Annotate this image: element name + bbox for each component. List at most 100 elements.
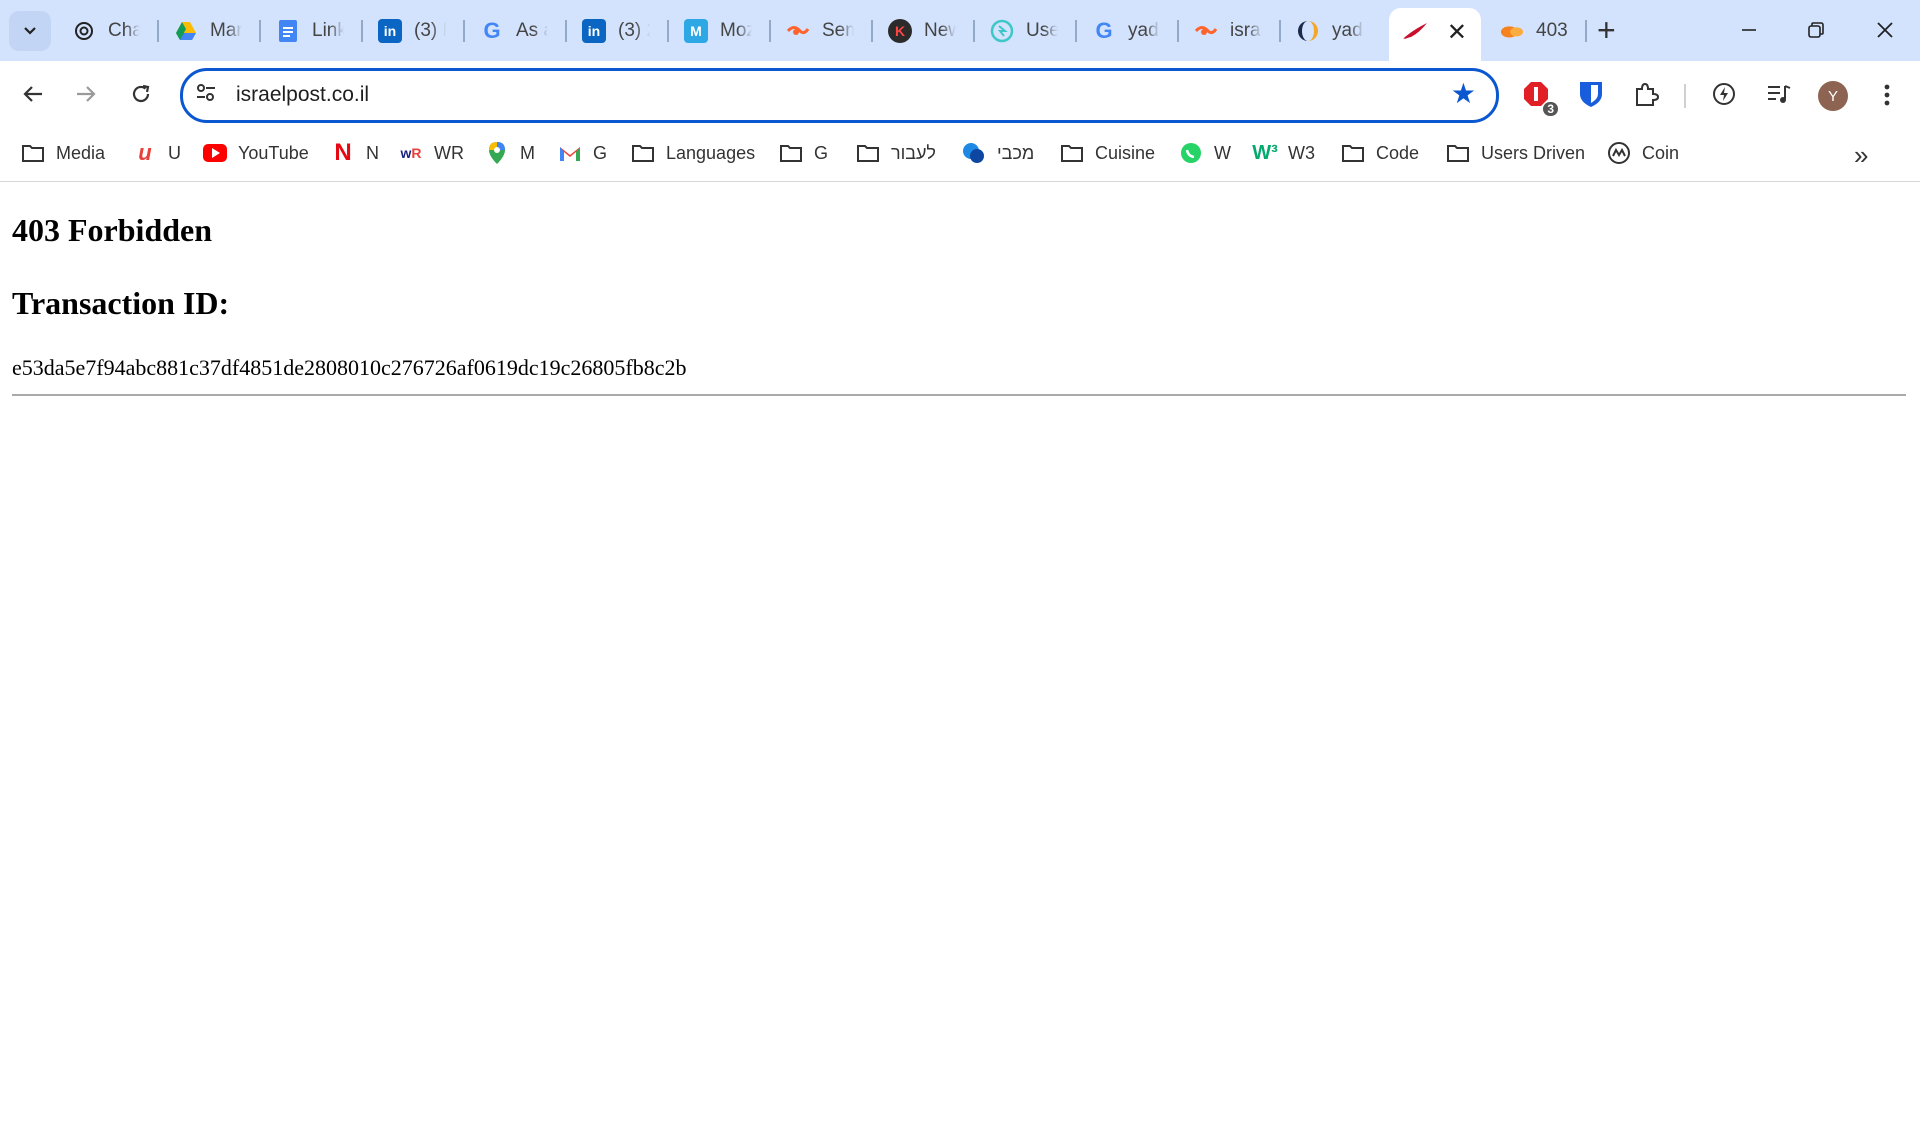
bookmark[interactable]: G [557, 136, 607, 170]
tab-title: Sem [822, 20, 854, 41]
netflix-icon: N [334, 139, 352, 166]
tab[interactable]: User [990, 12, 1058, 50]
tab-divider [565, 20, 567, 42]
more-menu-button[interactable] [1877, 78, 1897, 112]
close-icon [1877, 22, 1893, 38]
tab[interactable]: 403 [1500, 12, 1568, 50]
close-window-button[interactable] [1855, 8, 1915, 52]
tab[interactable]: G As a [480, 12, 548, 50]
address-bar[interactable]: israelpost.co.il ★ [180, 68, 1499, 123]
tab-divider [973, 20, 975, 42]
tab-title: Link [312, 20, 344, 41]
bookmark[interactable]: Coin [1606, 136, 1679, 170]
bookmark-label: Users Driven [1481, 142, 1586, 163]
tab-divider [361, 20, 363, 42]
tab-title: As a [516, 20, 548, 41]
tab[interactable]: G yad [1092, 12, 1160, 50]
gmail-icon [557, 141, 583, 165]
bookmark-label: מכבי [997, 142, 1035, 163]
bookmark-label: WR [434, 142, 464, 163]
bookmark-label: W3 [1288, 142, 1315, 163]
tab[interactable]: in (3) F [378, 12, 446, 50]
bookmark-folder[interactable]: לעבור [855, 136, 936, 170]
w3schools-icon: W³ [1252, 141, 1278, 164]
semrush-icon [786, 19, 810, 43]
reload-button[interactable] [123, 76, 159, 112]
moz-icon: M [684, 19, 708, 43]
extension-button[interactable] [1575, 78, 1607, 110]
tab-title: (3) F [414, 20, 446, 41]
bookmark[interactable]: wR WR [398, 136, 464, 170]
tab-divider [1177, 20, 1179, 42]
minimize-button[interactable] [1719, 8, 1779, 52]
tab[interactable]: israe [1194, 12, 1262, 50]
tab[interactable]: Mar [174, 12, 242, 50]
tab[interactable]: Sem [786, 12, 854, 50]
tab-divider [1279, 20, 1281, 42]
bookmark-label: N [366, 142, 379, 163]
bookmark-folder[interactable]: Users Driven [1445, 136, 1585, 170]
chatgpt-icon [72, 19, 96, 43]
more-bookmarks-button[interactable]: » [1854, 140, 1868, 171]
bookmark[interactable]: YouTube [202, 136, 309, 170]
tab[interactable]: in (3) 2 [582, 12, 650, 50]
tab-divider [769, 20, 771, 42]
page-content: 403 Forbidden Transaction ID: e53da5e7f9… [0, 182, 1920, 1130]
profile-avatar[interactable]: Y [1818, 81, 1848, 111]
tab-search-button[interactable] [9, 11, 51, 51]
bookmark[interactable]: u U [132, 136, 181, 170]
bookmark-folder[interactable]: Cuisine [1059, 136, 1155, 170]
tab[interactable]: ChatGPT [72, 12, 140, 50]
forward-button[interactable] [68, 76, 104, 112]
bookmark[interactable]: W³ W3 [1252, 136, 1315, 170]
tab[interactable]: K New [888, 12, 956, 50]
bookmark-folder[interactable]: G [778, 136, 828, 170]
bookmark[interactable]: מכבי [961, 136, 1034, 170]
coinmarketcap-icon [1606, 141, 1632, 165]
url-text[interactable]: israelpost.co.il [236, 83, 369, 107]
media-control-button[interactable] [1763, 78, 1795, 110]
close-tab-icon[interactable]: ✕ [1447, 21, 1467, 45]
new-tab-button[interactable]: + [1597, 12, 1616, 48]
tab-title: 403 [1536, 20, 1568, 41]
site-settings-icon[interactable] [195, 83, 217, 108]
chevron-down-icon [24, 27, 36, 35]
extension-button[interactable]: 3 [1520, 78, 1558, 116]
arrow-left-icon [23, 86, 42, 102]
bookmark-star-icon[interactable]: ★ [1451, 79, 1476, 109]
tab[interactable]: M Moz [684, 12, 752, 50]
performance-button[interactable] [1708, 78, 1740, 110]
linkedin-icon: in [378, 19, 402, 43]
tab-divider [1585, 20, 1587, 42]
tab-divider [463, 20, 465, 42]
bookmark-folder[interactable]: Media [20, 136, 105, 170]
tab-divider [259, 20, 261, 42]
bookmark-folder[interactable]: Languages [630, 136, 755, 170]
bookmark[interactable]: W [1178, 136, 1231, 170]
bookmark-label: YouTube [238, 142, 309, 163]
active-tab[interactable]: ✕ [1389, 8, 1481, 61]
tab[interactable]: Link [276, 12, 344, 50]
tab-title: israe [1230, 20, 1262, 41]
folder-icon [630, 141, 656, 165]
tab-divider [667, 20, 669, 42]
bookmark-label: G [814, 142, 829, 163]
puzzle-icon [1636, 82, 1659, 106]
reload-icon [132, 84, 150, 103]
extensions-menu-button[interactable] [1630, 78, 1662, 110]
k-icon: K [888, 19, 912, 43]
bookmark-label: Code [1376, 142, 1420, 163]
tab[interactable]: yad [1296, 12, 1364, 50]
bookmark[interactable]: M [484, 136, 535, 170]
bookmark-label: לעבור [891, 142, 936, 163]
restore-button[interactable] [1786, 8, 1846, 52]
back-button[interactable] [15, 76, 51, 112]
similarweb-icon [1296, 19, 1320, 43]
bookmark-folder[interactable]: Code [1340, 136, 1419, 170]
folder-icon [20, 141, 46, 165]
google-icon: G [483, 18, 501, 43]
whatsapp-icon [1178, 141, 1204, 165]
plus-icon: + [1597, 12, 1616, 48]
userway-icon [990, 19, 1014, 43]
bookmark[interactable]: N N [330, 136, 379, 170]
